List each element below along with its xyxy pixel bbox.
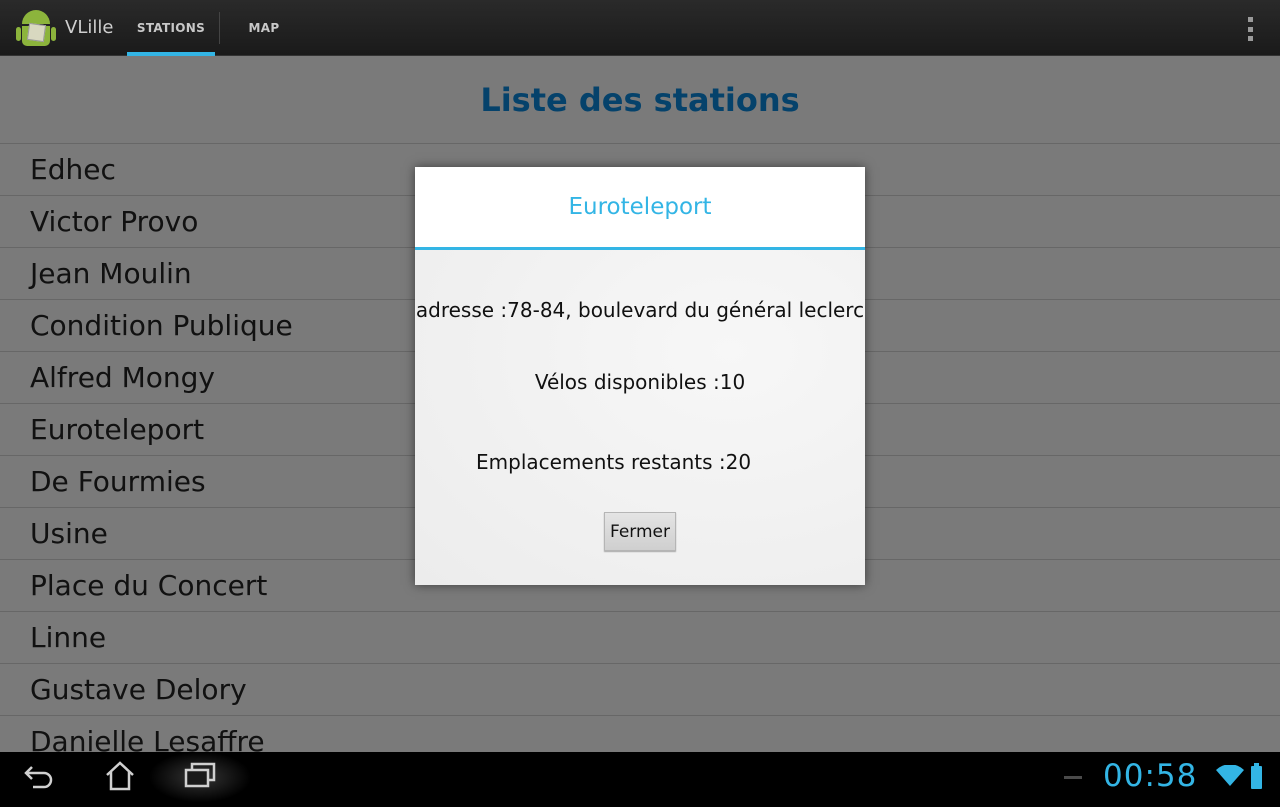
back-icon[interactable] [0, 752, 80, 800]
wifi-icon[interactable] [1216, 764, 1244, 791]
dialog-body: adresse :78-84, boulevard du général lec… [415, 250, 865, 585]
dialog-title: Euroteleport [415, 167, 865, 250]
system-bar: 00:58 [0, 747, 1280, 807]
app-title: VLille [65, 17, 114, 38]
tab-stations[interactable]: STATIONS [127, 0, 215, 56]
bikes-available: Vélos disponibles :10 [534, 370, 746, 394]
action-bar: VLille STATIONS MAP [0, 0, 1280, 56]
tab-divider [219, 11, 220, 44]
tab-map[interactable]: MAP [224, 0, 304, 56]
station-dialog: Euroteleport adresse :78-84, boulevard d… [415, 167, 865, 585]
clock[interactable]: 00:58 [1103, 758, 1197, 794]
battery-icon[interactable] [1251, 763, 1262, 789]
android-robot-icon[interactable] [16, 6, 56, 50]
recent-apps-icon[interactable] [140, 747, 260, 807]
slots-remaining: Emplacements restants :20 [476, 450, 752, 474]
station-address: adresse :78-84, boulevard du général lec… [415, 298, 865, 322]
overflow-menu-icon[interactable] [1248, 17, 1254, 41]
close-button[interactable]: Fermer [604, 512, 676, 551]
notification-indicator[interactable] [1064, 776, 1082, 779]
